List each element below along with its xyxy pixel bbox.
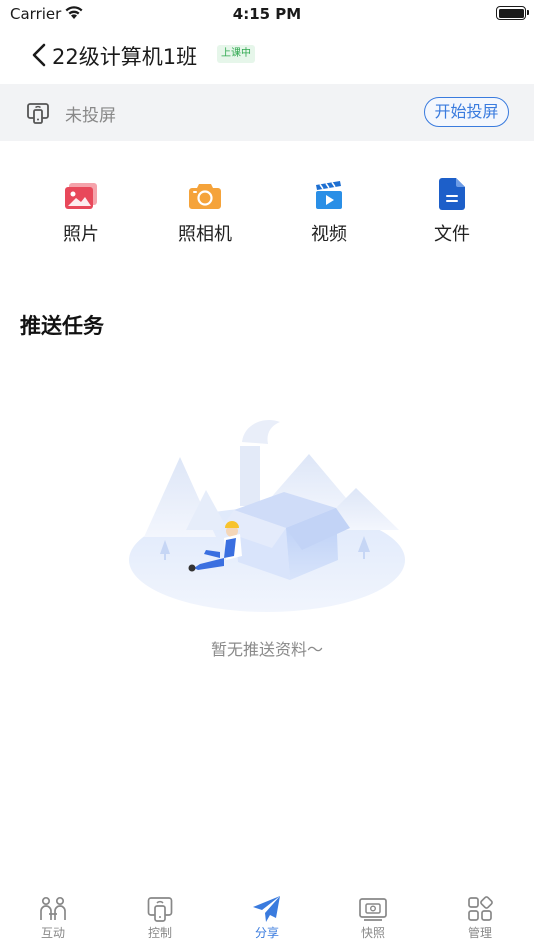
action-label: 视频 [311, 224, 347, 245]
snapshot-icon [343, 894, 403, 924]
chevron-left-icon [32, 43, 46, 67]
action-file[interactable]: 文件 [407, 174, 497, 246]
screen-cast-icon [26, 101, 50, 129]
video-icon [284, 174, 374, 210]
back-button[interactable] [26, 40, 52, 70]
tab-label: 管理 [467, 926, 492, 940]
manage-icon [450, 894, 510, 924]
class-status-badge: 上课中 [217, 45, 255, 63]
action-video[interactable]: 视频 [284, 174, 374, 246]
tab-manage[interactable]: 管理 [450, 894, 510, 941]
interact-icon [23, 894, 83, 924]
tab-interact[interactable]: 互动 [23, 894, 83, 941]
tab-bar: 互动 控制 分享 快照 管理 [0, 892, 534, 950]
empty-state-message: 暂无推送资料～ [210, 640, 323, 659]
start-projection-button[interactable]: 开始投屏 [424, 97, 509, 127]
control-icon [130, 894, 190, 924]
tab-label: 控制 [147, 926, 172, 940]
tab-label: 互动 [40, 926, 65, 940]
projection-status: 未投屏 [65, 106, 116, 126]
section-title: 推送任务 [20, 314, 104, 338]
action-label: 文件 [434, 224, 470, 245]
tab-share[interactable]: 分享 [237, 894, 297, 941]
action-camera[interactable]: 照相机 [160, 174, 250, 246]
status-bar: Carrier 4:15 PM [0, 0, 534, 28]
action-photo[interactable]: 照片 [36, 174, 126, 246]
battery-icon [496, 6, 529, 20]
share-icon [237, 894, 297, 924]
file-icon [407, 174, 497, 210]
tab-label: 快照 [360, 926, 385, 940]
projection-bar: 未投屏 开始投屏 [0, 84, 534, 141]
empty-state-illustration [124, 412, 410, 622]
tab-control[interactable]: 控制 [130, 894, 190, 941]
tab-label: 分享 [254, 926, 279, 940]
tab-snapshot[interactable]: 快照 [343, 894, 403, 941]
nav-bar: 22级计算机1班 上课中 [0, 30, 534, 82]
photo-icon [36, 174, 126, 210]
action-label: 照相机 [178, 224, 232, 245]
clock: 4:15 PM [232, 5, 302, 23]
page-title: 22级计算机1班 [52, 45, 198, 69]
camera-icon [160, 174, 250, 210]
action-label: 照片 [63, 224, 99, 245]
